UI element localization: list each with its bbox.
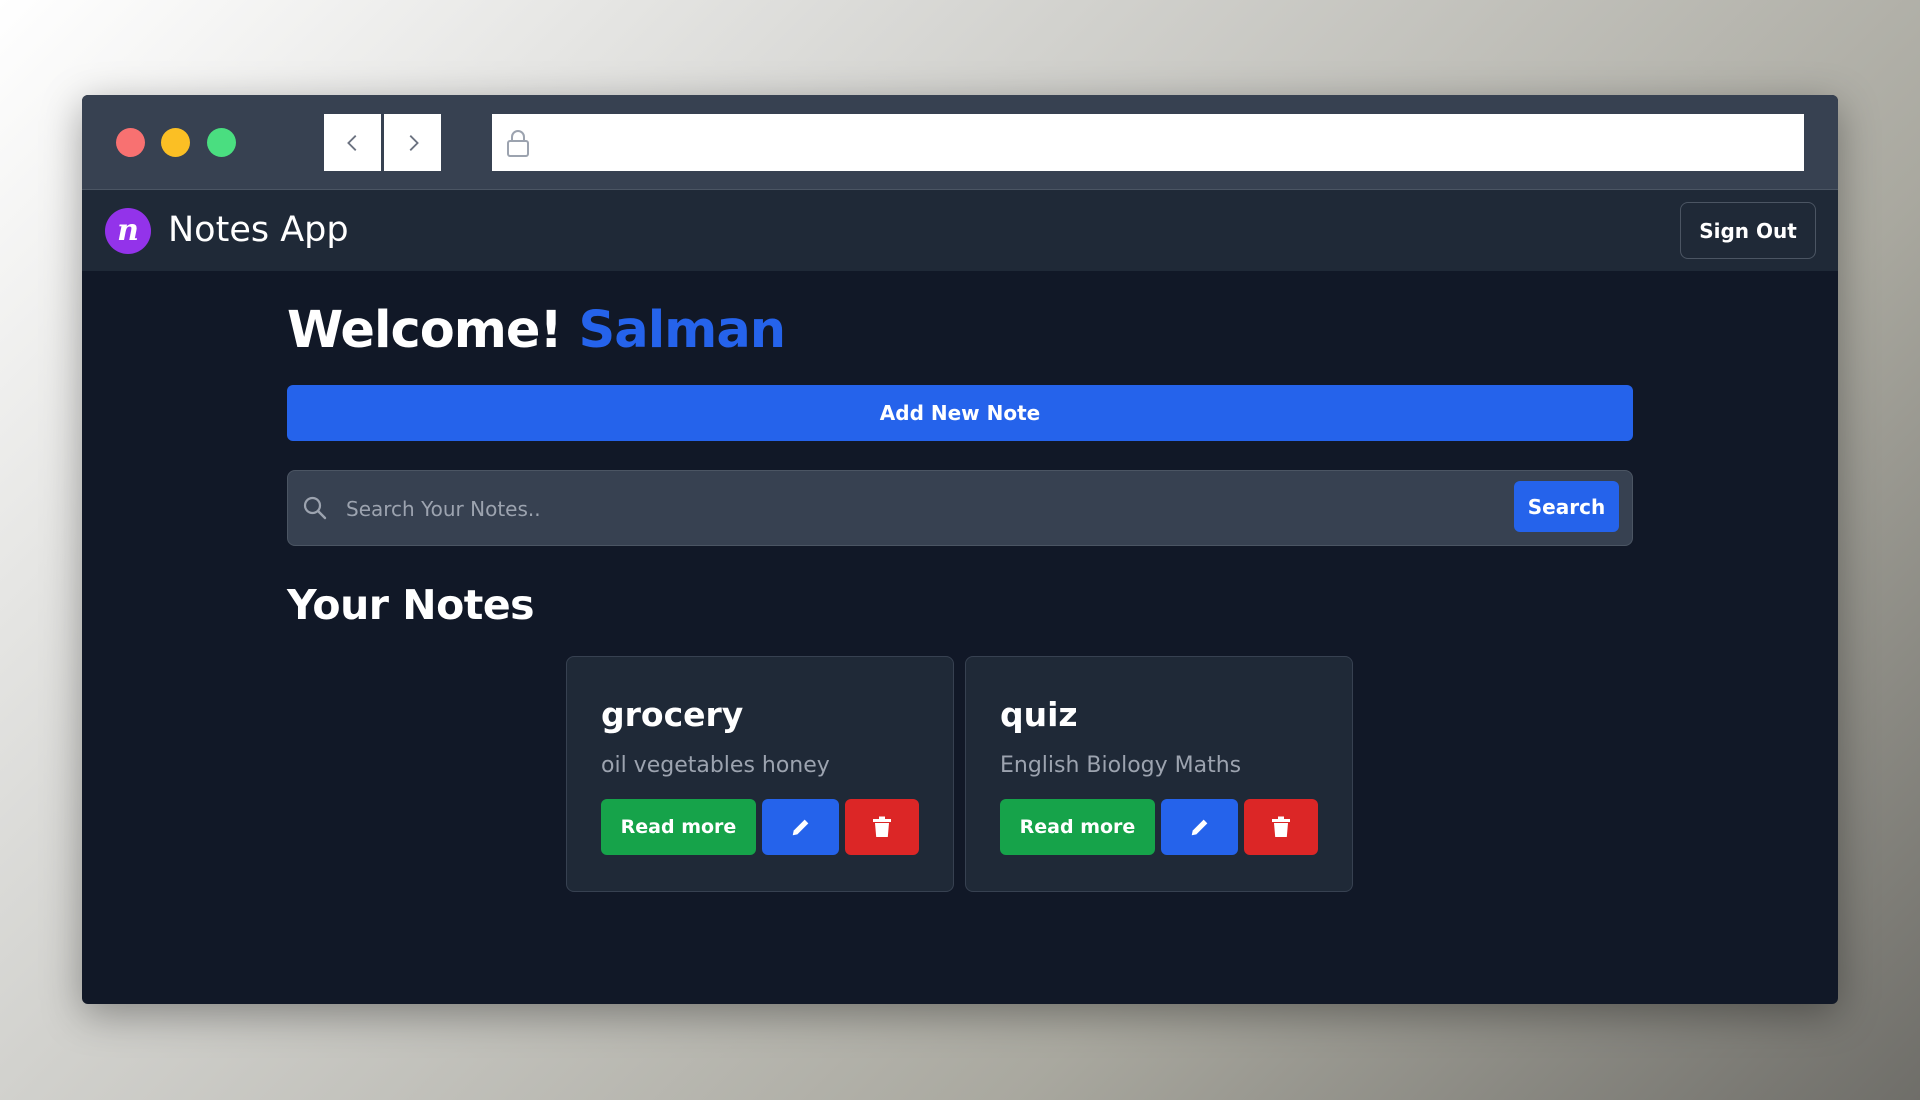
note-title: quiz [1000, 695, 1078, 734]
edit-note-button[interactable] [762, 799, 839, 855]
app-navbar: n Notes App Sign Out [82, 190, 1838, 271]
window-close-dot[interactable] [116, 128, 145, 157]
pencil-icon [792, 819, 808, 836]
pencil-icon [1191, 819, 1207, 836]
url-input[interactable] [542, 113, 1804, 172]
app-logo[interactable]: n [105, 208, 151, 254]
window-minimize-dot[interactable] [161, 128, 190, 157]
address-bar[interactable] [492, 113, 1804, 172]
edit-note-button[interactable] [1161, 799, 1238, 855]
search-button[interactable]: Search [1514, 481, 1619, 532]
note-card: grocery oil vegetables honey Read more [566, 656, 954, 892]
welcome-prefix: Welcome! [287, 301, 563, 360]
user-name: Salman [578, 301, 786, 360]
search-icon [302, 495, 328, 521]
read-more-button[interactable]: Read more [601, 799, 756, 855]
window-maximize-dot[interactable] [207, 128, 236, 157]
note-card: quiz English Biology Maths Read more [965, 656, 1353, 892]
notes-heading: Your Notes [287, 581, 535, 629]
read-more-button[interactable]: Read more [1000, 799, 1155, 855]
note-title: grocery [601, 695, 744, 734]
sign-out-button[interactable]: Sign Out [1680, 202, 1816, 259]
chevron-left-icon [346, 134, 356, 151]
delete-note-button[interactable] [845, 799, 919, 855]
search-bar: Search [287, 470, 1633, 546]
search-input[interactable] [344, 485, 1448, 533]
trash-icon [1272, 816, 1290, 837]
note-actions: Read more [1000, 799, 1318, 855]
note-body: English Biology Maths [1000, 753, 1242, 778]
welcome-heading: Welcome! Salman [287, 301, 786, 360]
browser-window: n Notes App Sign Out Welcome! Salman Add… [82, 95, 1838, 1004]
browser-back-button[interactable] [324, 114, 381, 171]
app-title[interactable]: Notes App [168, 210, 349, 250]
delete-note-button[interactable] [1244, 799, 1318, 855]
add-new-note-button[interactable]: Add New Note [287, 385, 1633, 441]
note-actions: Read more [601, 799, 919, 855]
trash-icon [873, 816, 891, 837]
chevron-right-icon [409, 134, 419, 151]
browser-chrome [82, 95, 1838, 190]
note-body: oil vegetables honey [601, 753, 830, 778]
browser-forward-button[interactable] [384, 114, 441, 171]
lock-icon [504, 128, 532, 158]
